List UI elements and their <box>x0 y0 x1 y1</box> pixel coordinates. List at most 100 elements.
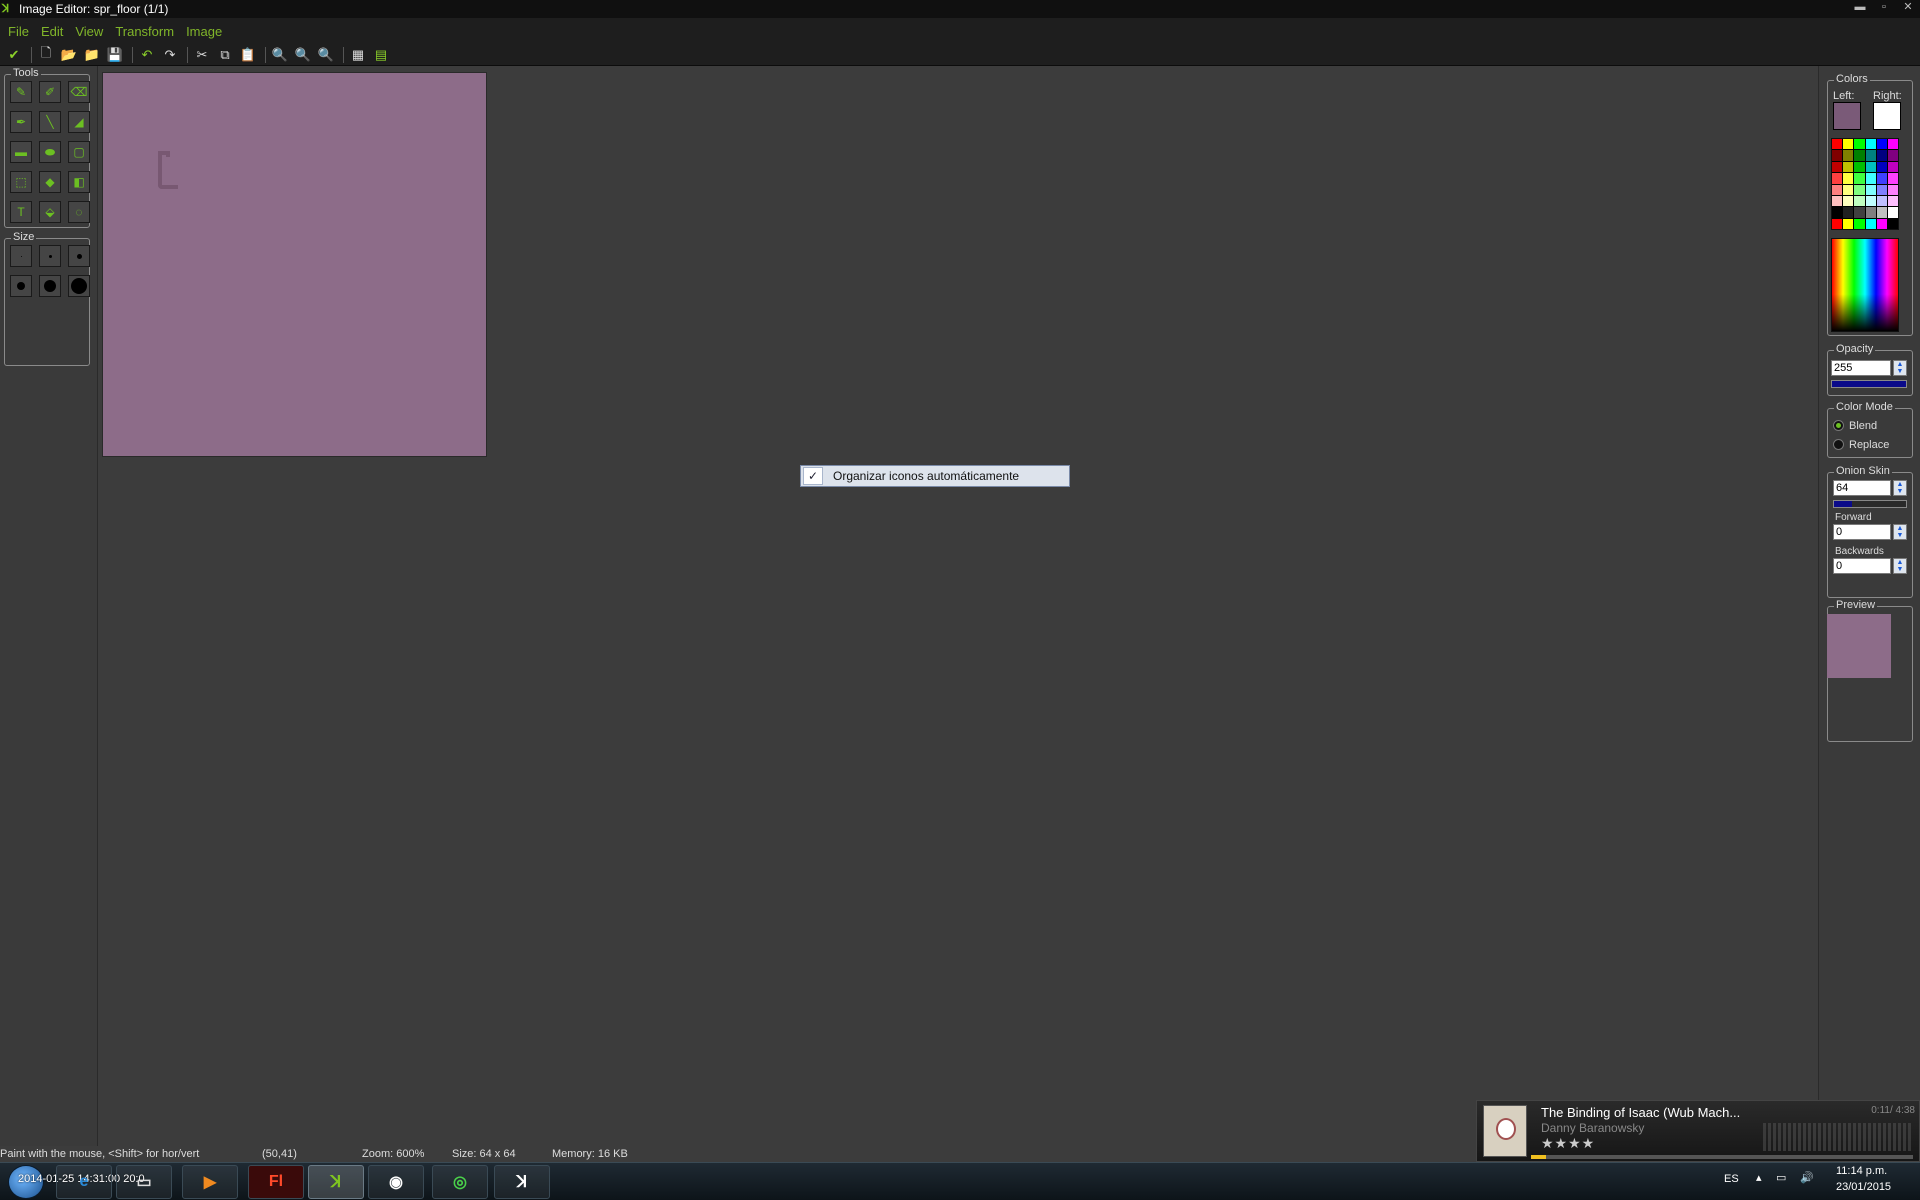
palette-swatch[interactable] <box>1832 161 1843 173</box>
palette-swatch[interactable] <box>1887 139 1898 150</box>
onion-skin-bar[interactable] <box>1833 500 1907 508</box>
polygon-tool-icon[interactable]: ◢ <box>68 111 90 133</box>
palette-swatch[interactable] <box>1854 139 1865 150</box>
palette-swatch[interactable] <box>1843 184 1854 195</box>
cut-icon[interactable]: ✂ <box>192 46 212 64</box>
palette-swatch[interactable] <box>1876 207 1887 218</box>
palette-swatch[interactable] <box>1865 207 1876 218</box>
zoom-in-icon[interactable]: 🔍 <box>316 46 336 64</box>
brush-size-6[interactable] <box>68 275 90 297</box>
onion-skin-spinner[interactable]: ▲ ▼ <box>1893 480 1907 496</box>
palette-swatch[interactable] <box>1887 184 1898 195</box>
minimize-button[interactable]: ▬ <box>1848 0 1872 14</box>
menu-image[interactable]: Image <box>186 24 222 39</box>
menu-view[interactable]: View <box>75 24 103 39</box>
song-rating[interactable]: ★★★★ <box>1541 1135 1595 1152</box>
palette-swatch[interactable] <box>1876 218 1887 229</box>
flip-tool-icon[interactable]: ◧ <box>68 171 90 193</box>
text-tool-icon[interactable]: T <box>10 201 32 223</box>
new-file-icon[interactable]: 🗋 <box>36 45 56 64</box>
palette-swatch[interactable] <box>1865 150 1876 161</box>
palette-swatch[interactable] <box>1876 173 1887 184</box>
magic-wand-tool-icon[interactable]: ◆ <box>39 171 61 193</box>
palette-swatch[interactable] <box>1887 173 1898 184</box>
blend-radio[interactable] <box>1833 420 1844 431</box>
brush-size-4[interactable] <box>10 275 32 297</box>
palette-swatch[interactable] <box>1854 184 1865 195</box>
brush-size-1[interactable] <box>10 245 32 267</box>
replace-radio[interactable] <box>1833 439 1844 450</box>
gamemaker-icon[interactable]: ꓘ <box>308 1165 364 1199</box>
palette-swatch[interactable] <box>1832 150 1843 161</box>
ellipse-tool-icon[interactable]: ⬬ <box>39 141 61 163</box>
media-player-popup[interactable]: The Binding of Isaac (Wub Mach... Danny … <box>1476 1100 1920 1162</box>
confirm-check-icon[interactable]: ✔ <box>4 46 24 64</box>
import-file-icon[interactable]: 📁 <box>82 46 102 64</box>
palette-swatch[interactable] <box>1865 184 1876 195</box>
backwards-input[interactable]: 0 <box>1833 558 1891 574</box>
fill-tool-icon[interactable]: ⬙ <box>39 201 61 223</box>
palette-swatch[interactable] <box>1865 218 1876 229</box>
menu-file[interactable]: File <box>8 24 29 39</box>
rectangle-tool-icon[interactable]: ▬ <box>10 141 32 163</box>
explorer-icon[interactable]: ▭ <box>116 1165 172 1199</box>
opacity-input[interactable]: 255 <box>1831 360 1891 376</box>
chrome-icon[interactable]: ◎ <box>432 1165 488 1199</box>
palette-swatch[interactable] <box>1832 207 1843 218</box>
palette-swatch[interactable] <box>1854 218 1865 229</box>
palette-swatch[interactable] <box>1843 150 1854 161</box>
palette-swatch[interactable] <box>1865 173 1876 184</box>
brush-size-5[interactable] <box>39 275 61 297</box>
clock-time[interactable]: 11:14 p.m. <box>1836 1165 1887 1177</box>
palette-swatch[interactable] <box>1843 173 1854 184</box>
palette-swatch[interactable] <box>1887 150 1898 161</box>
palette-swatch[interactable] <box>1876 150 1887 161</box>
undo-icon[interactable]: ↶ <box>137 46 157 64</box>
palette-swatch[interactable] <box>1887 161 1898 173</box>
menu-edit[interactable]: Edit <box>41 24 63 39</box>
palette-swatch[interactable] <box>1876 161 1887 173</box>
right-color-swatch[interactable] <box>1873 102 1901 130</box>
selection-tool-icon[interactable]: ⬚ <box>10 171 32 193</box>
context-menu-item-auto-arrange[interactable]: Organizar iconos automáticamente <box>833 469 1019 483</box>
left-color-swatch[interactable] <box>1833 102 1861 130</box>
palette-swatch[interactable] <box>1887 195 1898 207</box>
palette-swatch[interactable] <box>1854 207 1865 218</box>
palette-swatch[interactable] <box>1865 195 1876 207</box>
internet-explorer-icon[interactable]: e <box>56 1165 112 1199</box>
clock-date[interactable]: 23/01/2015 <box>1836 1181 1891 1193</box>
palette-swatch[interactable] <box>1832 139 1843 150</box>
palette-swatch[interactable] <box>1876 195 1887 207</box>
opacity-bar[interactable] <box>1831 380 1907 388</box>
palette-swatch[interactable] <box>1876 139 1887 150</box>
palette-swatch[interactable] <box>1843 161 1854 173</box>
brush-size-3[interactable] <box>68 245 90 267</box>
palette-swatch[interactable] <box>1887 207 1898 218</box>
maximize-button[interactable]: ▫ <box>1872 0 1896 14</box>
media-player-icon[interactable]: ▶ <box>182 1165 238 1199</box>
volume-icon[interactable]: 🔊 <box>1800 1171 1814 1184</box>
palette-swatch[interactable] <box>1854 150 1865 161</box>
color-spectrum[interactable] <box>1831 238 1899 332</box>
onion-skin-input[interactable]: 64 <box>1833 480 1891 496</box>
drawing-canvas[interactable] <box>102 72 487 457</box>
line-tool-icon[interactable]: ╲ <box>39 111 61 133</box>
network-icon[interactable]: ▭ <box>1776 1171 1786 1184</box>
music-player-icon[interactable]: ◉ <box>368 1165 424 1199</box>
gamemaker-editor-icon[interactable]: ꓘ <box>494 1165 550 1199</box>
zoom-out-icon[interactable]: 🔍 <box>270 46 290 64</box>
palette-swatch[interactable] <box>1843 139 1854 150</box>
lasso-tool-icon[interactable]: ◌ <box>68 201 90 223</box>
palette-swatch[interactable] <box>1876 184 1887 195</box>
color-palette[interactable] <box>1831 138 1899 230</box>
close-button[interactable]: ✕ <box>1896 0 1920 14</box>
context-menu[interactable]: ✓ Organizar iconos automáticamente <box>800 465 1070 487</box>
palette-swatch[interactable] <box>1865 139 1876 150</box>
palette-swatch[interactable] <box>1832 218 1843 229</box>
language-indicator[interactable]: ES <box>1724 1173 1739 1185</box>
palette-swatch[interactable] <box>1832 173 1843 184</box>
palette-swatch[interactable] <box>1832 195 1843 207</box>
palette-swatch[interactable] <box>1865 161 1876 173</box>
pencil-tool-icon[interactable]: ✎ <box>10 81 32 103</box>
redo-icon[interactable]: ↷ <box>160 46 180 64</box>
